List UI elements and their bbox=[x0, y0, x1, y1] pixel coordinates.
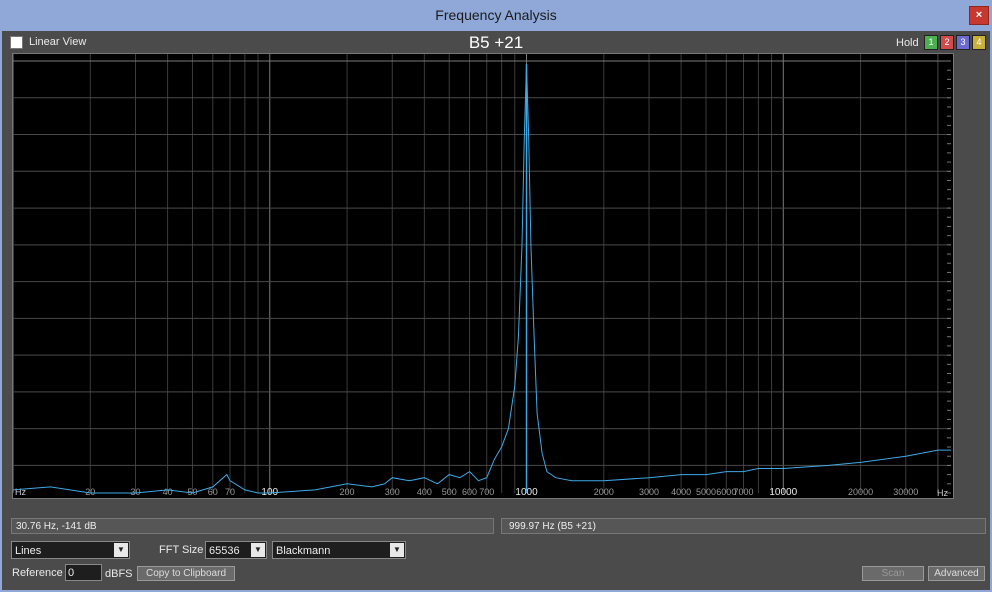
scan-button[interactable]: Scan bbox=[862, 566, 924, 581]
x-tick-label: 70 bbox=[225, 487, 235, 497]
hold-label: Hold bbox=[896, 37, 919, 49]
client-area: Linear View B5 +21 Hold 1 2 3 4 dB-12-24… bbox=[2, 31, 990, 590]
x-tick-label: 7000 bbox=[733, 487, 753, 497]
x-tick-label: 500 bbox=[442, 487, 457, 497]
x-unit-label: Hz bbox=[937, 488, 948, 498]
chevron-down-icon: ▼ bbox=[114, 543, 128, 557]
title-bar: Frequency Analysis × bbox=[0, 0, 992, 31]
cursor-readout: 30.76 Hz, -141 dB bbox=[11, 518, 494, 534]
window-function-select[interactable]: Blackmann ▼ bbox=[272, 541, 406, 559]
chevron-down-icon: ▼ bbox=[251, 543, 265, 557]
x-tick-label: 60 bbox=[208, 487, 218, 497]
fft-size-label: FFT Size bbox=[159, 544, 204, 556]
x-tick-label: 5000 bbox=[696, 487, 716, 497]
chevron-down-icon: ▼ bbox=[390, 543, 404, 557]
fft-size-value: 65536 bbox=[209, 545, 240, 557]
display-mode-value: Lines bbox=[15, 545, 42, 557]
reference-unit: dBFS bbox=[105, 568, 133, 580]
window-title: Frequency Analysis bbox=[435, 7, 557, 23]
x-tick-label: 30000 bbox=[893, 487, 918, 497]
spectrum-chart: dB-12-24-36-48-60-72-84-96-108-120-132dB… bbox=[13, 54, 951, 498]
fft-size-select[interactable]: 65536 ▼ bbox=[205, 541, 267, 559]
window-function-value: Blackmann bbox=[276, 545, 331, 557]
reference-label: Reference bbox=[12, 567, 63, 579]
hold-slot-2-button[interactable]: 2 bbox=[940, 35, 954, 50]
x-tick-label: 10000 bbox=[769, 487, 797, 498]
x-tick-label: 4000 bbox=[671, 487, 691, 497]
note-label: B5 +21 bbox=[468, 33, 524, 52]
display-mode-select[interactable]: Lines ▼ bbox=[11, 541, 130, 559]
x-tick-label: 40 bbox=[163, 487, 173, 497]
x-tick-label: 2000 bbox=[594, 487, 614, 497]
x-tick-label: 200 bbox=[340, 487, 355, 497]
copy-to-clipboard-button[interactable]: Copy to Clipboard bbox=[137, 566, 235, 581]
view-toolbar: Linear View B5 +21 Hold 1 2 3 4 bbox=[2, 31, 990, 53]
hold-slot-1-button[interactable]: 1 bbox=[924, 35, 938, 50]
spectrum-plot[interactable]: dB-12-24-36-48-60-72-84-96-108-120-132dB… bbox=[12, 53, 954, 499]
x-tick-label: 3000 bbox=[639, 487, 659, 497]
x-tick-label: 300 bbox=[385, 487, 400, 497]
close-button[interactable]: × bbox=[969, 6, 989, 25]
x-tick-label: 20000 bbox=[848, 487, 873, 497]
hold-slot-4-button[interactable]: 4 bbox=[972, 35, 986, 50]
hold-slot-3-button[interactable]: 3 bbox=[956, 35, 970, 50]
x-tick-label: 600 bbox=[462, 487, 477, 497]
x-tick-label: 700 bbox=[479, 487, 494, 497]
x-tick-label: 400 bbox=[417, 487, 432, 497]
reference-input[interactable]: 0 bbox=[65, 564, 102, 581]
peak-readout: 999.97 Hz (B5 +21) bbox=[501, 518, 986, 534]
advanced-button[interactable]: Advanced bbox=[928, 566, 985, 581]
x-tick-label: 30 bbox=[130, 487, 140, 497]
